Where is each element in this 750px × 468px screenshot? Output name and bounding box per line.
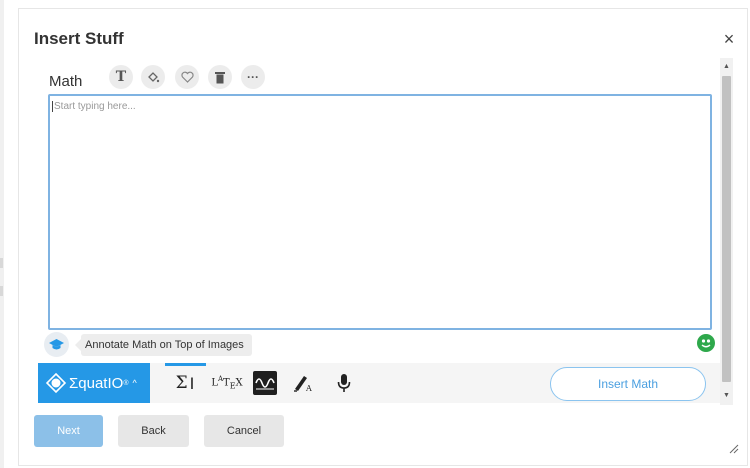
chevron-up-icon: ^ xyxy=(132,378,137,388)
math-editor[interactable]: Start typing here... xyxy=(48,94,712,330)
editor-placeholder: Start typing here... xyxy=(52,101,136,112)
trash-icon[interactable] xyxy=(208,65,232,89)
equation-editor-icon[interactable]: ΣI xyxy=(172,371,198,395)
scrollbar[interactable]: ▲ ▼ xyxy=(720,58,733,405)
insert-math-button[interactable]: Insert Math xyxy=(550,367,706,401)
resize-handle-icon[interactable] xyxy=(729,444,739,457)
fill-color-icon[interactable] xyxy=(141,65,165,89)
equatio-brand-text: ΣquatIO xyxy=(69,374,124,392)
close-icon[interactable]: × xyxy=(719,29,739,49)
next-button[interactable]: Next xyxy=(34,415,103,447)
scroll-down-icon[interactable]: ▼ xyxy=(720,389,733,403)
svg-text:A: A xyxy=(305,384,312,393)
latex-icon[interactable]: LATEX xyxy=(210,371,244,395)
equatio-toolbar: ΣquatIO ® ^ ΣI LATEX A Insert Math xyxy=(38,363,720,403)
insert-stuff-dialog: Insert Stuff × ▲ ▼ Math T ··· Start typi… xyxy=(18,8,748,466)
equatio-logo-icon xyxy=(46,373,66,393)
graph-icon[interactable] xyxy=(253,371,277,395)
microphone-icon[interactable] xyxy=(334,371,354,395)
active-tool-indicator xyxy=(165,363,206,366)
background-tick xyxy=(0,286,3,296)
equatio-brand-button[interactable]: ΣquatIO ® ^ xyxy=(38,363,150,403)
background-tick xyxy=(0,258,3,268)
scroll-up-icon[interactable]: ▲ xyxy=(720,60,733,74)
annotate-math-button[interactable] xyxy=(44,332,69,357)
math-label: Math xyxy=(49,73,83,90)
handwriting-icon[interactable]: A xyxy=(291,371,315,395)
graduation-cap-icon xyxy=(49,338,64,349)
annotate-tooltip: Annotate Math on Top of Images xyxy=(75,334,252,356)
more-icon[interactable]: ··· xyxy=(241,65,265,89)
brand-mark: ® xyxy=(123,379,129,387)
heart-icon[interactable] xyxy=(175,65,199,89)
dialog-title: Insert Stuff xyxy=(34,29,124,48)
text-format-icon[interactable]: T xyxy=(109,65,133,89)
background-edge xyxy=(0,0,4,468)
back-button[interactable]: Back xyxy=(118,415,189,447)
smiley-icon[interactable] xyxy=(697,334,715,352)
scrollbar-thumb[interactable] xyxy=(722,76,731,382)
cancel-button[interactable]: Cancel xyxy=(204,415,284,447)
